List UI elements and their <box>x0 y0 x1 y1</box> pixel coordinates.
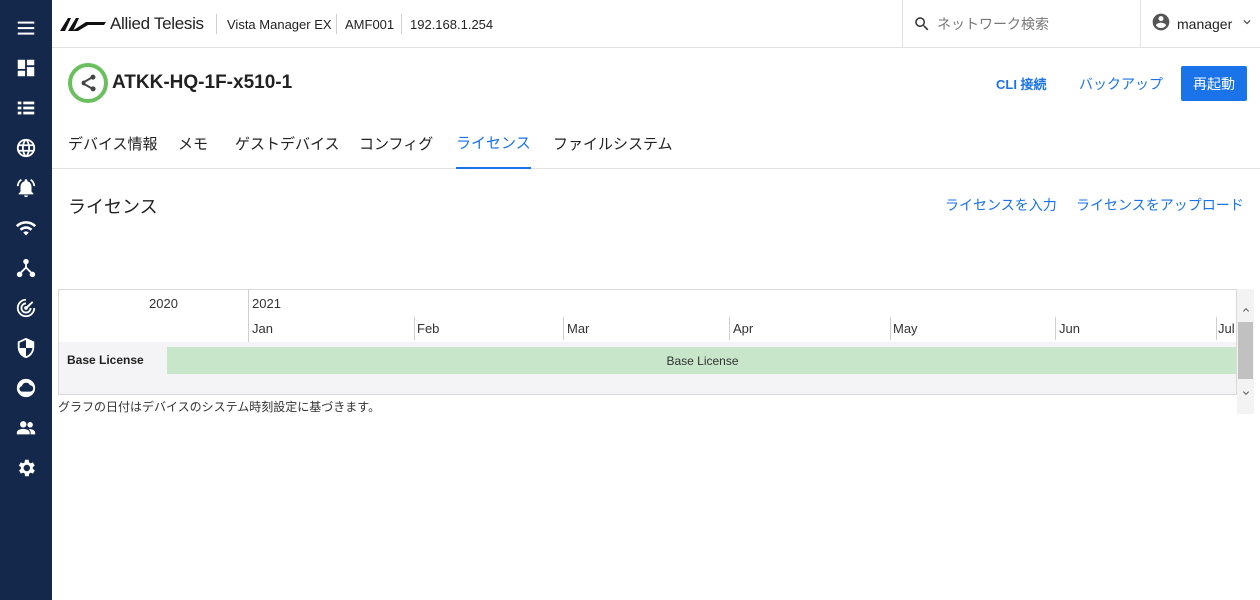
divider <box>336 14 337 34</box>
enter-license-link[interactable]: ライセンスを入力 <box>945 195 1057 215</box>
timeline-year: 2020 <box>149 296 178 311</box>
top-bar: Allied Telesis Vista Manager EX AMF001 1… <box>52 0 1260 48</box>
month-tick <box>563 317 564 340</box>
timeline-year: 2021 <box>252 296 281 311</box>
chevron-down-icon <box>1232 15 1254 34</box>
radar-icon[interactable] <box>0 288 52 328</box>
cli-connect-button[interactable]: CLI 接続 <box>996 66 1047 101</box>
search-icon <box>915 17 929 31</box>
brand-name: Allied Telesis <box>110 14 204 33</box>
wifi-icon[interactable] <box>0 208 52 248</box>
timeline-month: Jan <box>252 321 273 336</box>
month-tick <box>1055 317 1056 340</box>
row-label: Base License <box>67 353 144 367</box>
cloud-icon[interactable] <box>0 368 52 408</box>
account-icon <box>1141 12 1171 37</box>
divider <box>401 14 402 34</box>
brand-logo: Allied Telesis <box>60 14 204 34</box>
product-name: Vista Manager EX <box>227 16 332 32</box>
shield-icon[interactable] <box>0 328 52 368</box>
timeline-month: Feb <box>417 321 440 336</box>
scroll-thumb[interactable] <box>1238 322 1253 379</box>
device-name: ATKK-HQ-1F-x510-1 <box>112 72 293 93</box>
timeline-note: グラフの日付はデバイスのシステム時刻設定に基づきます。 <box>58 400 381 414</box>
alarm-bell-icon[interactable] <box>0 168 52 208</box>
left-nav-rail <box>0 0 52 600</box>
allied-telesis-logo-icon <box>60 18 106 31</box>
tab-license[interactable]: ライセンス <box>456 124 531 169</box>
share-icon <box>81 74 96 92</box>
user-name: manager <box>1177 16 1233 32</box>
timeline-month: Jul <box>1218 321 1235 336</box>
divider <box>216 14 217 34</box>
month-tick <box>414 317 415 340</box>
manager-ip: 192.168.1.254 <box>410 16 494 32</box>
network-search <box>902 0 1140 48</box>
scroll-down-icon[interactable] <box>1237 384 1254 401</box>
globe-icon[interactable] <box>0 128 52 168</box>
device-tabs: デバイス情報 メモ ゲストデバイス コンフィグ ライセンス ファイルシステム <box>52 124 1260 169</box>
timeline-month: Jun <box>1059 321 1080 336</box>
backup-button[interactable]: バックアップ <box>1079 66 1163 101</box>
license-bar[interactable]: Base License <box>167 347 1236 374</box>
section-title: ライセンス <box>68 197 158 217</box>
license-timeline: 2020 2021 Jan Feb Mar Apr May Jun Jul Ba… <box>58 289 1237 395</box>
month-tick <box>1216 317 1217 340</box>
timeline-month: May <box>893 321 918 336</box>
user-menu[interactable]: manager <box>1140 0 1260 48</box>
tab-device-info[interactable]: デバイス情報 <box>68 124 158 169</box>
area-name[interactable]: AMF001 <box>345 0 394 48</box>
timeline-month: Apr <box>733 321 754 336</box>
tab-guest-devices[interactable]: ゲストデバイス <box>235 124 340 169</box>
tab-config[interactable]: コンフィグ <box>359 124 433 169</box>
tab-memo[interactable]: メモ <box>178 124 208 169</box>
month-tick <box>729 317 730 340</box>
dashboard-icon[interactable] <box>0 48 52 88</box>
list-icon[interactable] <box>0 88 52 128</box>
menu-icon[interactable] <box>0 8 52 48</box>
reboot-button[interactable]: 再起動 <box>1181 66 1247 101</box>
year-divider <box>248 290 249 342</box>
app-window: Allied Telesis Vista Manager EX AMF001 1… <box>0 0 1260 600</box>
device-status-icon <box>68 63 108 103</box>
tab-file-system[interactable]: ファイルシステム <box>553 124 673 169</box>
scroll-up-icon[interactable] <box>1237 301 1254 318</box>
timeline-scrollbar[interactable] <box>1237 289 1254 414</box>
gear-icon[interactable] <box>0 448 52 488</box>
timeline-month: Mar <box>567 321 590 336</box>
search-input[interactable] <box>937 16 1127 32</box>
upload-license-link[interactable]: ライセンスをアップロード <box>1076 195 1244 215</box>
users-icon[interactable] <box>0 408 52 448</box>
topology-icon[interactable] <box>0 248 52 288</box>
month-tick <box>890 317 891 340</box>
